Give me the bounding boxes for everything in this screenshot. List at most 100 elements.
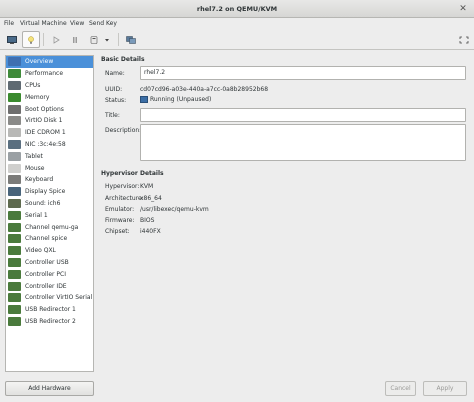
cancel-button[interactable]: Cancel xyxy=(385,381,416,396)
architecture-value: x86_64 xyxy=(140,195,162,202)
controller-icon xyxy=(8,281,21,291)
sidebar-item-video-qxl[interactable]: Video QXL xyxy=(6,245,93,257)
basic-details-title: Basic Details xyxy=(101,56,145,63)
snapshot-icon xyxy=(126,35,136,44)
toolbar xyxy=(0,29,474,50)
sidebar-item-label: Controller USB xyxy=(25,258,69,266)
run-button[interactable] xyxy=(47,31,65,48)
sidebar-item-label: Boot Options xyxy=(25,105,64,113)
hypervisor-value: KVM xyxy=(140,183,154,190)
nic-icon xyxy=(8,139,21,149)
sidebar-item-controller-ide[interactable]: Controller IDE xyxy=(6,280,93,292)
hardware-list[interactable]: Overview Performance CPUs Memory Boot Option… xyxy=(5,55,94,372)
window-title: rhel7.2 on QEMU/KVM xyxy=(196,5,278,13)
fullscreen-icon xyxy=(459,36,469,43)
hypervisor-details-title: Hypervisor Details xyxy=(101,170,164,177)
chipset-label: Chipset: xyxy=(105,228,130,235)
sidebar-item-label: Tablet xyxy=(25,152,43,160)
channel-icon xyxy=(8,222,21,232)
emulator-label: Emulator: xyxy=(105,206,135,213)
status-label: Status: xyxy=(105,97,127,104)
sidebar-item-nic-3c-4e-58[interactable]: NIC :3c:4e:58 xyxy=(6,139,93,151)
play-icon xyxy=(53,35,60,44)
name-label: Name: xyxy=(105,70,125,77)
emulator-value: /usr/libexec/qemu-kvm xyxy=(140,206,209,213)
console-icon xyxy=(7,35,17,44)
sidebar-item-label: CPUs xyxy=(25,81,41,89)
sidebar-item-sound-ich6[interactable]: Sound: ich6 xyxy=(6,198,93,210)
cpu-icon xyxy=(8,80,21,90)
keyboard-icon xyxy=(8,175,21,185)
running-icon xyxy=(140,96,148,103)
sidebar-item-label: Channel spice xyxy=(25,235,68,243)
lightbulb-icon xyxy=(28,35,34,44)
shutdown-menu-button[interactable] xyxy=(101,31,113,48)
menu-virtual-machine[interactable]: Virtual Machine xyxy=(20,18,67,29)
serial-icon xyxy=(8,210,21,220)
sidebar-item-label: Controller IDE xyxy=(25,282,67,290)
sidebar-item-display-spice[interactable]: Display Spice xyxy=(6,186,93,198)
sidebar-item-boot-options[interactable]: Boot Options xyxy=(6,103,93,115)
sidebar-item-performance[interactable]: Performance xyxy=(6,68,93,80)
sidebar-item-channel-qemu-ga[interactable]: Channel qemu-ga xyxy=(6,221,93,233)
sidebar-item-label: Controller PCI xyxy=(25,270,66,278)
sidebar-item-label: Overview xyxy=(25,58,54,66)
chipset-value: i440FX xyxy=(140,228,161,235)
menubar: File Virtual Machine View Send Key xyxy=(0,18,474,29)
sidebar-item-controller-pci[interactable]: Controller PCI xyxy=(6,268,93,280)
fullscreen-button[interactable] xyxy=(455,31,473,48)
controller-icon xyxy=(8,269,21,279)
close-icon[interactable]: ✕ xyxy=(458,4,468,14)
sidebar-item-label: USB Redirector 1 xyxy=(25,306,76,314)
firmware-value: BIOS xyxy=(140,217,155,224)
sidebar-item-tablet[interactable]: Tablet xyxy=(6,150,93,162)
add-hardware-button[interactable]: Add Hardware xyxy=(5,381,94,396)
window-titlebar: rhel7.2 on QEMU/KVM ✕ xyxy=(0,0,474,18)
sidebar-item-serial-1[interactable]: Serial 1 xyxy=(6,209,93,221)
architecture-label: Architecture: xyxy=(105,195,144,202)
sidebar-item-cpus[interactable]: CPUs xyxy=(6,80,93,92)
pause-icon xyxy=(73,36,77,43)
sidebar-item-memory[interactable]: Memory xyxy=(6,91,93,103)
pause-button[interactable] xyxy=(66,31,84,48)
usb-icon xyxy=(8,305,21,315)
memory-icon xyxy=(8,92,21,102)
overview-icon xyxy=(8,57,21,67)
status-value: Running (Unpaused) xyxy=(140,96,211,103)
uuid-value: cd07cd96-a03e-440a-a7cc-0a8b28952b68 xyxy=(140,86,269,93)
sidebar-item-label: Video QXL xyxy=(25,247,56,255)
sidebar-item-overview[interactable]: Overview xyxy=(6,56,93,68)
details-button[interactable] xyxy=(22,31,40,48)
console-button[interactable] xyxy=(3,31,21,48)
sidebar-item-channel-spice[interactable]: Channel spice xyxy=(6,233,93,245)
disk-icon xyxy=(8,116,21,126)
tablet-icon xyxy=(8,151,21,161)
status-text: Running (Unpaused) xyxy=(150,96,212,103)
sidebar-item-usb-redirector-1[interactable]: USB Redirector 1 xyxy=(6,304,93,316)
name-input[interactable]: rhel7.2 xyxy=(140,66,466,80)
sidebar-item-label: IDE CDROM 1 xyxy=(25,129,66,137)
sidebar-item-label: Sound: ich6 xyxy=(25,199,61,207)
menu-view[interactable]: View xyxy=(70,18,84,29)
snapshots-button[interactable] xyxy=(122,31,140,48)
apply-button[interactable]: Apply xyxy=(423,381,467,396)
sidebar-item-controller-virtio-serial[interactable]: Controller VirtIO Serial xyxy=(6,292,93,304)
sidebar-item-label: VirtIO Disk 1 xyxy=(25,117,63,125)
gear-icon xyxy=(8,104,21,114)
usb-icon xyxy=(8,316,21,326)
sidebar-item-mouse[interactable]: Mouse xyxy=(6,162,93,174)
sidebar-item-keyboard[interactable]: Keyboard xyxy=(6,174,93,186)
controller-icon xyxy=(8,293,21,303)
sidebar-item-usb-redirector-2[interactable]: USB Redirector 2 xyxy=(6,316,93,328)
title-input[interactable] xyxy=(140,108,466,122)
mouse-icon xyxy=(8,163,21,173)
sidebar-item-controller-usb[interactable]: Controller USB xyxy=(6,257,93,269)
description-textarea[interactable] xyxy=(140,124,466,161)
title-label: Title: xyxy=(105,112,120,119)
menu-file[interactable]: File xyxy=(4,18,14,29)
menu-send-key[interactable]: Send Key xyxy=(89,18,117,29)
toolbar-separator xyxy=(43,33,44,46)
sidebar-item-ide-cdrom-1[interactable]: IDE CDROM 1 xyxy=(6,127,93,139)
sidebar-item-virtio-disk-1[interactable]: VirtIO Disk 1 xyxy=(6,115,93,127)
power-icon xyxy=(90,35,98,44)
